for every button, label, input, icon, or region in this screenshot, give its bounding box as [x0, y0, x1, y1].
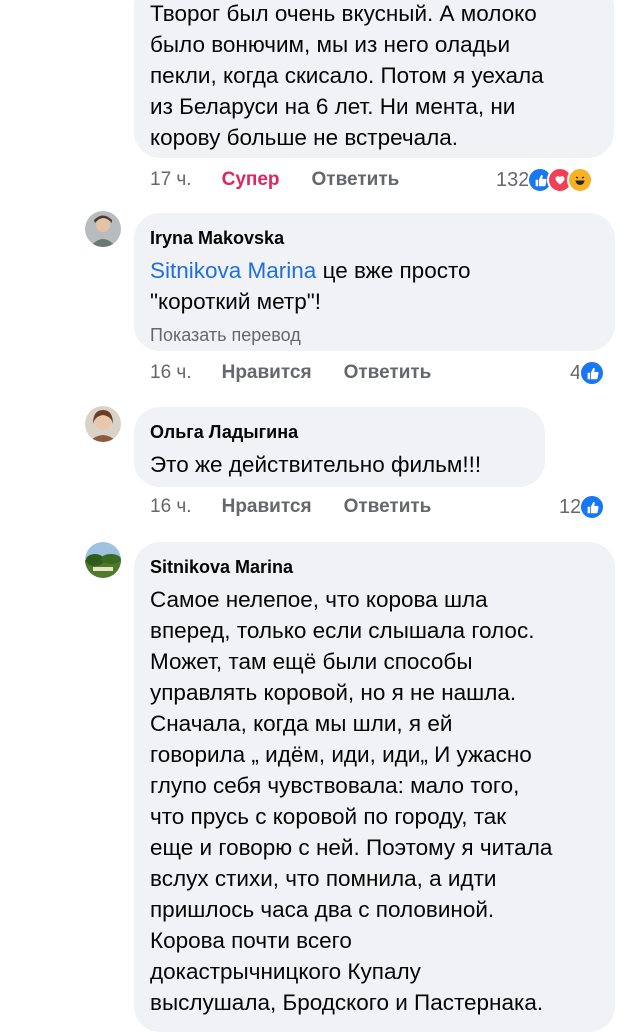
comment-actions: 16 ч. Нравится Ответить	[150, 362, 463, 384]
comment-bubble: Творог был очень вкусный. А молоко было …	[134, 0, 614, 158]
reply-link[interactable]: Ответить	[312, 169, 400, 191]
reply-link[interactable]: Ответить	[344, 496, 432, 518]
comment-text: Sitnikova Marina це вже просто "короткий…	[150, 258, 471, 314]
mention-link[interactable]: Sitnikova Marina	[150, 258, 316, 283]
avatar[interactable]	[85, 406, 121, 442]
comment-actions: 17 ч. Супер Ответить	[150, 169, 431, 191]
avatar[interactable]	[85, 211, 121, 247]
reply-link[interactable]: Ответить	[344, 362, 432, 384]
comment-bubble: Sitnikova Marina Самое нелепое, что коро…	[134, 542, 615, 1032]
comment-author[interactable]: Sitnikova Marina	[150, 556, 597, 578]
comment-time[interactable]: 16 ч.	[150, 496, 192, 518]
comment-text: Творог был очень вкусный. А молоко было …	[150, 1, 544, 150]
comment-actions: 16 ч. Нравится Ответить	[150, 496, 463, 518]
comment-time[interactable]: 17 ч.	[150, 169, 192, 191]
comment-text: Самое нелепое, что корова шла вперед, то…	[150, 587, 553, 1015]
reactions-count: 132	[496, 168, 530, 191]
like-link[interactable]: Нравится	[222, 496, 312, 518]
like-icon	[579, 494, 606, 520]
reactions-count: 12	[559, 495, 582, 518]
comment-bubble: Iryna Makovska Sitnikova Marina це вже п…	[134, 213, 615, 351]
reactions-summary[interactable]: 12	[559, 494, 606, 520]
haha-icon	[567, 167, 594, 193]
comment-time[interactable]: 16 ч.	[150, 362, 192, 384]
reactions-summary[interactable]: 4	[570, 360, 606, 386]
like-icon	[579, 360, 606, 386]
like-link[interactable]: Нравится	[222, 362, 312, 384]
comment-text: Это же действительно фильм!!!	[150, 452, 482, 477]
comment-author[interactable]: Iryna Makovska	[150, 227, 597, 249]
reactions-summary[interactable]: 132	[496, 167, 594, 193]
comment-bubble: Ольга Ладыгина Это же действительно филь…	[134, 407, 545, 487]
reaction-super-link[interactable]: Супер	[222, 169, 280, 191]
comment-author[interactable]: Ольга Ладыгина	[150, 421, 527, 443]
avatar[interactable]	[85, 542, 121, 578]
show-translation-link[interactable]: Показать перевод	[150, 325, 597, 346]
